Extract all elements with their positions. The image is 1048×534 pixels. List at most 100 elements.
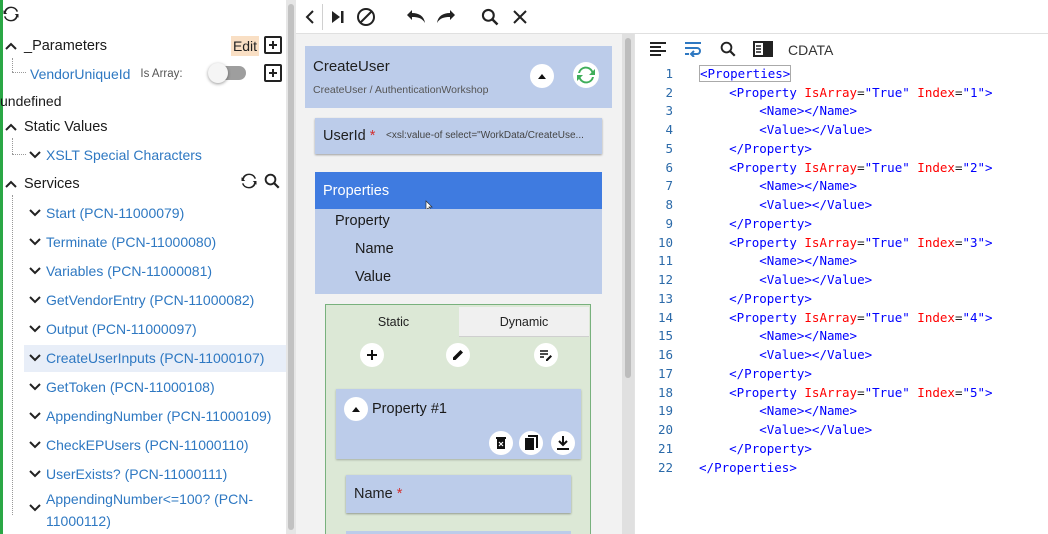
edit-list-icon[interactable] [534,343,558,367]
service-item[interactable]: Variables (PCN-11000081) [28,260,212,282]
chevron-down-icon[interactable] [28,438,42,452]
delete-icon[interactable] [489,431,513,455]
code-line: 10 <Property IsArray="True" Index="3"> [657,235,993,250]
service-item[interactable]: GetVendorEntry (PCN-11000082) [28,289,254,311]
service-item[interactable]: GetToken (PCN-11000108) [28,376,215,398]
chevron-down-icon[interactable] [28,264,42,278]
code-line: 9 </Property> [665,216,812,231]
format-icon[interactable] [647,39,669,59]
chevron-down-icon[interactable] [28,148,42,162]
skip-forward-icon[interactable] [326,5,350,29]
chevron-down-icon[interactable] [28,501,42,515]
undo-icon[interactable] [404,5,428,29]
add-icon[interactable] [360,343,384,367]
chevron-up-icon[interactable] [4,120,18,134]
chevron-down-icon[interactable] [28,235,42,249]
name-label: Name * [354,486,403,502]
add-child-icon[interactable] [264,64,282,82]
service-item[interactable]: Output (PCN-11000097) [28,318,197,340]
parameters-label: _Parameters [24,38,108,54]
chevron-down-icon[interactable] [28,206,42,220]
tree-node-vendor-unique-id[interactable]: VendorUniqueId Is Array: [30,63,183,85]
properties-header[interactable]: Properties [315,172,602,212]
copy-icon[interactable] [519,431,543,455]
chevron-up-icon[interactable] [4,39,18,53]
cdata-button[interactable]: CDATA [788,42,833,58]
card-breadcrumb: CreateUser / AuthenticationWorkshop [313,84,489,96]
tree-node-static-values[interactable]: Static Values [4,116,108,138]
back-icon[interactable] [298,5,322,29]
search-code-icon[interactable] [717,39,739,59]
name-field[interactable]: Name * [346,475,571,513]
userid-value[interactable]: <xsl:value-of select="WorkData/CreateUse… [386,130,584,141]
redo-icon[interactable] [434,5,458,29]
tab-dynamic[interactable]: Dynamic [459,307,589,337]
chevron-down-icon[interactable] [28,322,42,336]
is-array-toggle[interactable] [208,63,246,83]
word-wrap-icon[interactable] [682,39,704,59]
search-icon[interactable] [478,5,502,29]
chevron-down-icon[interactable] [28,467,42,481]
edit-button[interactable]: Edit [231,36,259,56]
service-item-label: Terminate (PCN-11000080) [46,234,217,250]
code-line: 21 </Property> [657,441,812,456]
download-icon[interactable] [551,431,575,455]
chevron-down-icon[interactable] [28,293,42,307]
scrollbar-thumb[interactable] [288,4,294,530]
close-icon[interactable] [508,5,532,29]
service-item[interactable] [28,497,42,519]
refresh-icon[interactable] [2,5,20,23]
property-item-label: Property #1 [372,401,447,417]
structure-property: Property [335,213,390,229]
code-panel: CDATA 1 <Properties> 2 <Property IsArray=… [634,34,1048,534]
disable-icon[interactable] [354,5,378,29]
collapse-item-button[interactable] [344,397,368,421]
code-line: 17 </Property> [657,366,812,381]
refresh-services-icon[interactable] [240,172,258,190]
tree-node-services[interactable]: Services [4,173,80,195]
chevron-down-icon[interactable] [28,409,42,423]
userid-field[interactable]: UserId * <xsl:value-of select="WorkData/C… [315,118,602,154]
code-line: 7 <Name></Name> [665,178,858,193]
service-item[interactable]: Terminate (PCN-11000080) [28,231,216,253]
edit-icon[interactable] [446,343,470,367]
search-services-icon[interactable] [263,172,281,190]
service-item[interactable]: Start (PCN-11000079) [28,202,184,224]
tab-toolbar [328,337,590,373]
panel-toggle-icon[interactable] [752,39,774,59]
sync-icon[interactable] [572,61,600,89]
tree-line [12,154,26,155]
is-array-label: Is Array: [140,68,183,80]
chevron-up-icon[interactable] [4,177,18,191]
service-item[interactable]: UserExists? (PCN-11000111) [28,463,227,485]
property-item-card: Property #1 [336,389,581,459]
form-scrollbar[interactable] [622,34,634,534]
chevron-down-icon[interactable] [28,351,42,365]
service-item-selected[interactable]: CreateUserInputs (PCN-11000107) [28,347,264,369]
chevron-down-icon[interactable] [28,380,42,394]
code-line: 20 <Value></Value> [657,422,873,437]
code-line: 2 <Property IsArray="True" Index="1"> [665,85,993,100]
code-line: 18 <Property IsArray="True" Index="5"> [657,385,993,400]
tree-node-xslt-special[interactable]: XSLT Special Characters [28,144,202,166]
service-item[interactable]: CheckEPUsers (PCN-11000110) [28,434,249,456]
add-parameter-icon[interactable] [264,36,282,54]
service-item[interactable]: AppendingNumber (PCN-11000109) [28,405,271,427]
service-item-label: Variables (PCN-11000081) [46,263,213,279]
collapse-button[interactable] [530,64,554,88]
code-line: 16 <Value></Value> [657,347,873,362]
vendor-param-label: VendorUniqueId [30,66,131,82]
card-title: CreateUser [313,58,390,75]
properties-structure: Property Name Value [315,209,602,294]
tree-node-parameters[interactable]: _Parameters [4,35,107,57]
properties-label: Properties [323,183,390,199]
tab-static[interactable]: Static [328,307,459,337]
service-item-label: Output (PCN-11000097) [46,321,197,337]
undefined-text: undefined [0,93,62,109]
create-user-card: CreateUser CreateUser / AuthenticationWo… [305,46,612,108]
code-line: 12 <Value></Value> [657,272,873,287]
tree-scrollbar[interactable] [286,0,296,534]
code-line: 8 <Value></Value> [665,197,873,212]
scrollbar-thumb[interactable] [625,38,631,378]
code-line: 22 </Properties> [657,460,797,475]
